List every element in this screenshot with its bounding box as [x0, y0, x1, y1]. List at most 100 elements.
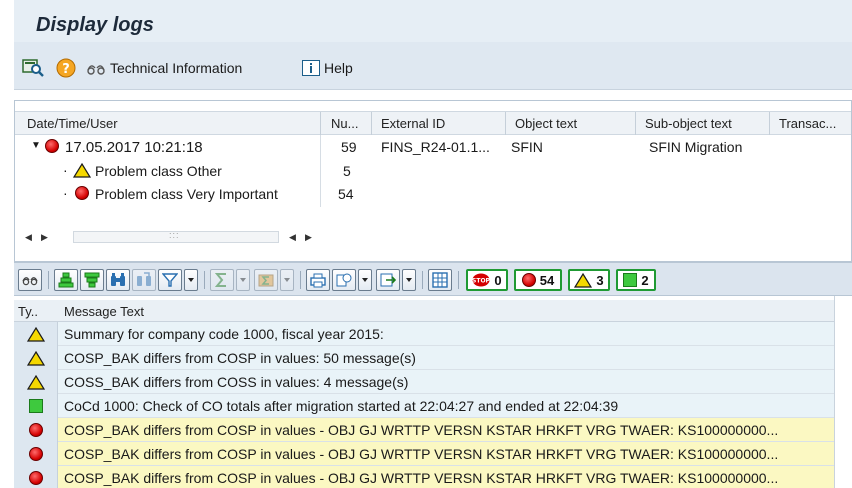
- collapse-arrow-icon[interactable]: ▼: [31, 140, 41, 151]
- column-header-external-id[interactable]: External ID: [381, 116, 445, 131]
- error-icon: [28, 447, 43, 461]
- warning-count-filter[interactable]: 3: [568, 269, 610, 291]
- problem-class-count: 54: [338, 186, 354, 202]
- error-status-icon: [75, 186, 89, 203]
- problem-class-label: Problem class Very Important: [95, 186, 278, 202]
- find-button[interactable]: [106, 269, 130, 291]
- toolbar-separator: [300, 271, 301, 289]
- filter-dropdown-button[interactable]: [184, 269, 198, 291]
- application-toolbar: ? Technical Information Help: [14, 42, 852, 90]
- message-row[interactable]: COSP_BAK differs from COSP in values - O…: [14, 418, 852, 442]
- tree-horizontal-scrollbar[interactable]: ◀ ▶ ::: ◀ ▶: [15, 229, 851, 245]
- column-header-object-text[interactable]: Object text: [515, 116, 577, 131]
- glasses-icon: [87, 65, 105, 75]
- warning-icon: [26, 350, 45, 366]
- stop-icon: STOP: [472, 273, 490, 287]
- toolbar-separator: [48, 271, 49, 289]
- views-icon: [336, 273, 352, 287]
- total-dropdown-button[interactable]: [236, 269, 250, 291]
- message-grid: Ty.. Message Text Summary for company co…: [14, 296, 852, 488]
- question-icon: ?: [56, 58, 76, 78]
- success-icon: [623, 273, 638, 287]
- message-text: COSP_BAK differs from COSP in values: 50…: [64, 350, 416, 366]
- views-dropdown-button[interactable]: [358, 269, 372, 291]
- find-button[interactable]: [22, 58, 44, 78]
- error-type-cell: [14, 418, 58, 442]
- chevron-down-icon: [406, 278, 412, 282]
- message-row[interactable]: COSP_BAK differs from COSP in values - O…: [14, 466, 852, 488]
- message-row[interactable]: CoCd 1000: Check of CO totals after migr…: [14, 394, 852, 418]
- export-icon: [380, 273, 396, 287]
- sort-descending-button[interactable]: [80, 269, 104, 291]
- error-icon: [28, 471, 43, 485]
- bullet: ·: [63, 162, 68, 178]
- subtotal-icon: [258, 274, 274, 287]
- subtotal-dropdown-button[interactable]: [280, 269, 294, 291]
- warning-icon: [26, 326, 45, 342]
- column-header-message-text[interactable]: Message Text: [64, 304, 144, 319]
- message-row[interactable]: COSP_BAK differs from COSP in values - O…: [14, 442, 852, 466]
- success-type-cell: [14, 394, 58, 418]
- glasses-icon: [22, 277, 38, 286]
- message-row[interactable]: Summary for company code 1000, fiscal ye…: [14, 322, 852, 346]
- chevron-down-icon: [362, 278, 368, 282]
- column-header-transaction[interactable]: Transac...: [779, 116, 836, 131]
- find-next-icon: [137, 272, 151, 286]
- technical-information-button[interactable]: Technical Information: [86, 58, 242, 78]
- success-icon: [28, 399, 43, 413]
- tree-row-problem-class-other[interactable]: · Problem class Other 5: [15, 161, 851, 181]
- column-header-number[interactable]: Nu...: [331, 116, 358, 131]
- message-row[interactable]: COSS_BAK differs from COSS in values: 4 …: [14, 370, 852, 394]
- subtotal-button[interactable]: [254, 269, 278, 291]
- log-header-tree: Date/Time/User Nu... External ID Object …: [14, 100, 852, 262]
- help-button[interactable]: Help: [302, 58, 353, 78]
- scrollbar-track[interactable]: :::: [73, 230, 279, 243]
- log-message-count: 59: [341, 139, 357, 155]
- column-header-type[interactable]: Ty..: [18, 304, 38, 319]
- tree-row-log[interactable]: ▼ 17.05.2017 10:21:18 59 FINS_R24-01.1..…: [15, 137, 851, 157]
- technical-information-label: Technical Information: [110, 60, 243, 76]
- scroll-right-icon[interactable]: ▶: [305, 231, 315, 243]
- success-count-filter[interactable]: 2: [616, 269, 656, 291]
- technical-info-button[interactable]: [18, 269, 42, 291]
- scroll-left-icon[interactable]: ◀: [25, 231, 35, 243]
- sort-ascending-icon: [58, 272, 74, 288]
- export-dropdown-button[interactable]: [402, 269, 416, 291]
- error-count: 54: [539, 272, 555, 288]
- log-external-id: FINS_R24-01.1...: [381, 139, 490, 155]
- error-icon: [521, 273, 536, 287]
- scroll-right-icon[interactable]: ▶: [41, 231, 51, 243]
- tree-header: Date/Time/User Nu... External ID Object …: [15, 111, 851, 135]
- filter-button[interactable]: [158, 269, 182, 291]
- error-count-filter[interactable]: 54: [514, 269, 562, 291]
- page-title: Display logs: [36, 14, 154, 36]
- message-text: COSP_BAK differs from COSP in values - O…: [64, 446, 779, 462]
- column-separator: [635, 112, 636, 135]
- display-details-icon: [22, 59, 44, 77]
- total-button[interactable]: [210, 269, 234, 291]
- chevron-down-icon: [188, 278, 194, 282]
- views-button[interactable]: [332, 269, 356, 291]
- help-label: Help: [324, 60, 353, 76]
- warning-icon: [574, 272, 593, 288]
- warning-icon: [72, 162, 92, 181]
- column-header-sub-object-text[interactable]: Sub-object text: [645, 116, 732, 131]
- export-button[interactable]: [376, 269, 400, 291]
- toolbar-separator: [422, 271, 423, 289]
- print-button[interactable]: [306, 269, 330, 291]
- sort-descending-icon: [84, 272, 100, 288]
- column-header-date-time-user[interactable]: Date/Time/User: [27, 116, 118, 131]
- message-text: COSP_BAK differs from COSP in values - O…: [64, 470, 779, 486]
- layout-button[interactable]: [428, 269, 452, 291]
- column-separator: [769, 112, 770, 135]
- scroll-left-icon[interactable]: ◀: [289, 231, 299, 243]
- grid-vertical-scrollbar[interactable]: [834, 296, 852, 488]
- tree-row-problem-class-very-important[interactable]: · Problem class Very Important 54: [15, 184, 851, 204]
- sort-ascending-button[interactable]: [54, 269, 78, 291]
- message-row[interactable]: COSP_BAK differs from COSP in values: 50…: [14, 346, 852, 370]
- find-next-button[interactable]: [132, 269, 156, 291]
- stop-count-filter[interactable]: STOP 0: [466, 269, 508, 291]
- toolbar-separator: [204, 271, 205, 289]
- help-context-button[interactable]: ?: [56, 58, 76, 78]
- warning-count: 3: [596, 272, 604, 288]
